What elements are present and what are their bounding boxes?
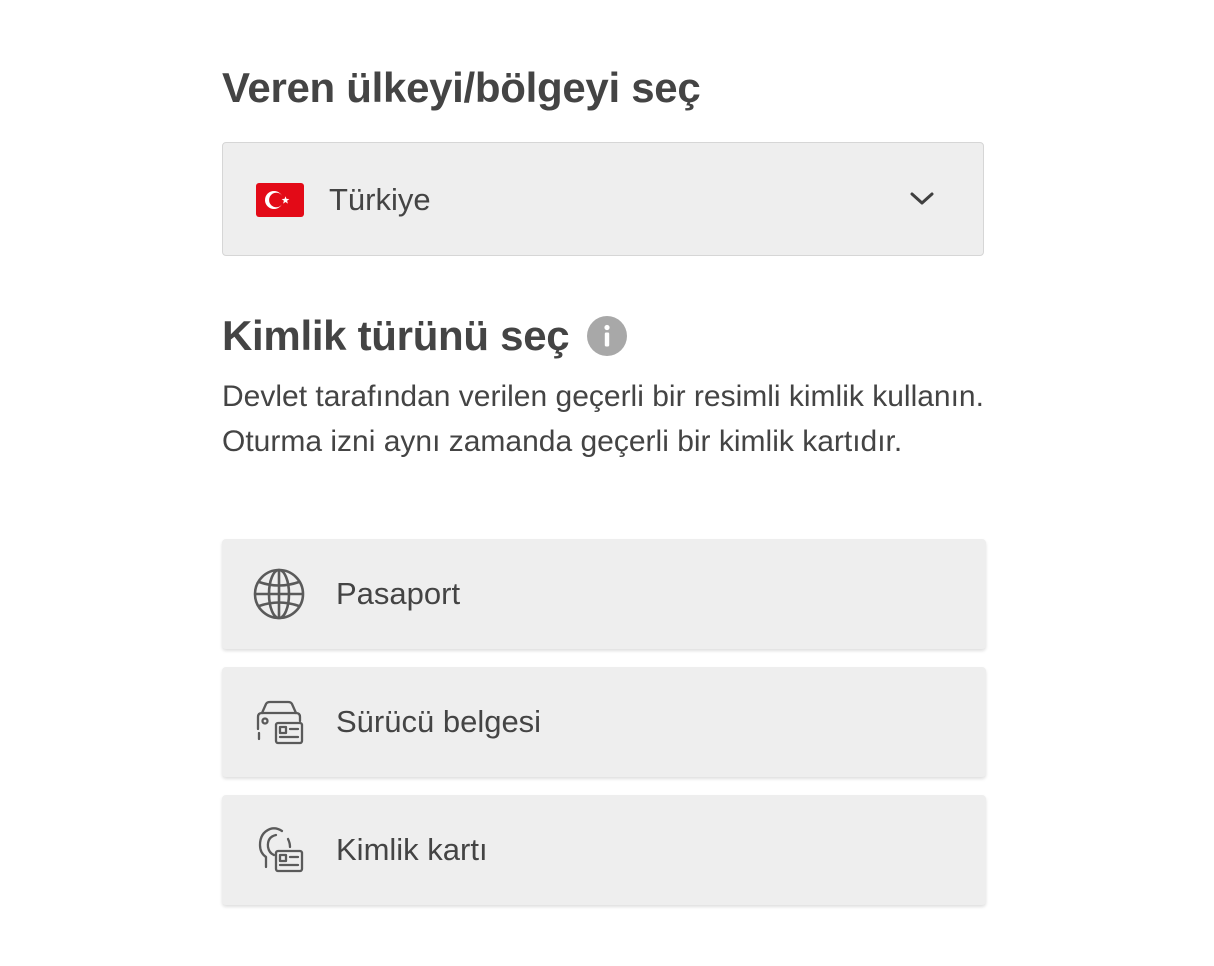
- selected-country: Türkiye: [329, 182, 431, 217]
- chevron-down-icon[interactable]: [907, 189, 937, 209]
- globe-icon: [252, 567, 306, 621]
- country-section-title: Veren ülkeyi/bölgeyi seç: [222, 64, 701, 111]
- turkey-flag-icon: [256, 183, 304, 217]
- person-id-card-icon: [252, 823, 306, 877]
- option-label: Sürücü belgesi: [336, 704, 542, 739]
- option-id-card[interactable]: Kimlik kartı: [222, 795, 986, 905]
- option-passport[interactable]: Pasaport: [222, 539, 986, 649]
- id-type-description: Devlet tarafından verilen geçerli bir re…: [222, 380, 984, 458]
- id-type-header: Kimlik türünü seç: [222, 310, 628, 362]
- car-license-icon: [252, 695, 306, 749]
- country-select[interactable]: Türkiye: [222, 142, 984, 256]
- id-type-title: Kimlik türünü seç: [222, 312, 570, 359]
- option-label: Pasaport: [336, 576, 461, 611]
- info-icon[interactable]: [587, 316, 628, 356]
- option-drivers-license[interactable]: Sürücü belgesi: [222, 667, 986, 777]
- option-label: Kimlik kartı: [336, 832, 488, 867]
